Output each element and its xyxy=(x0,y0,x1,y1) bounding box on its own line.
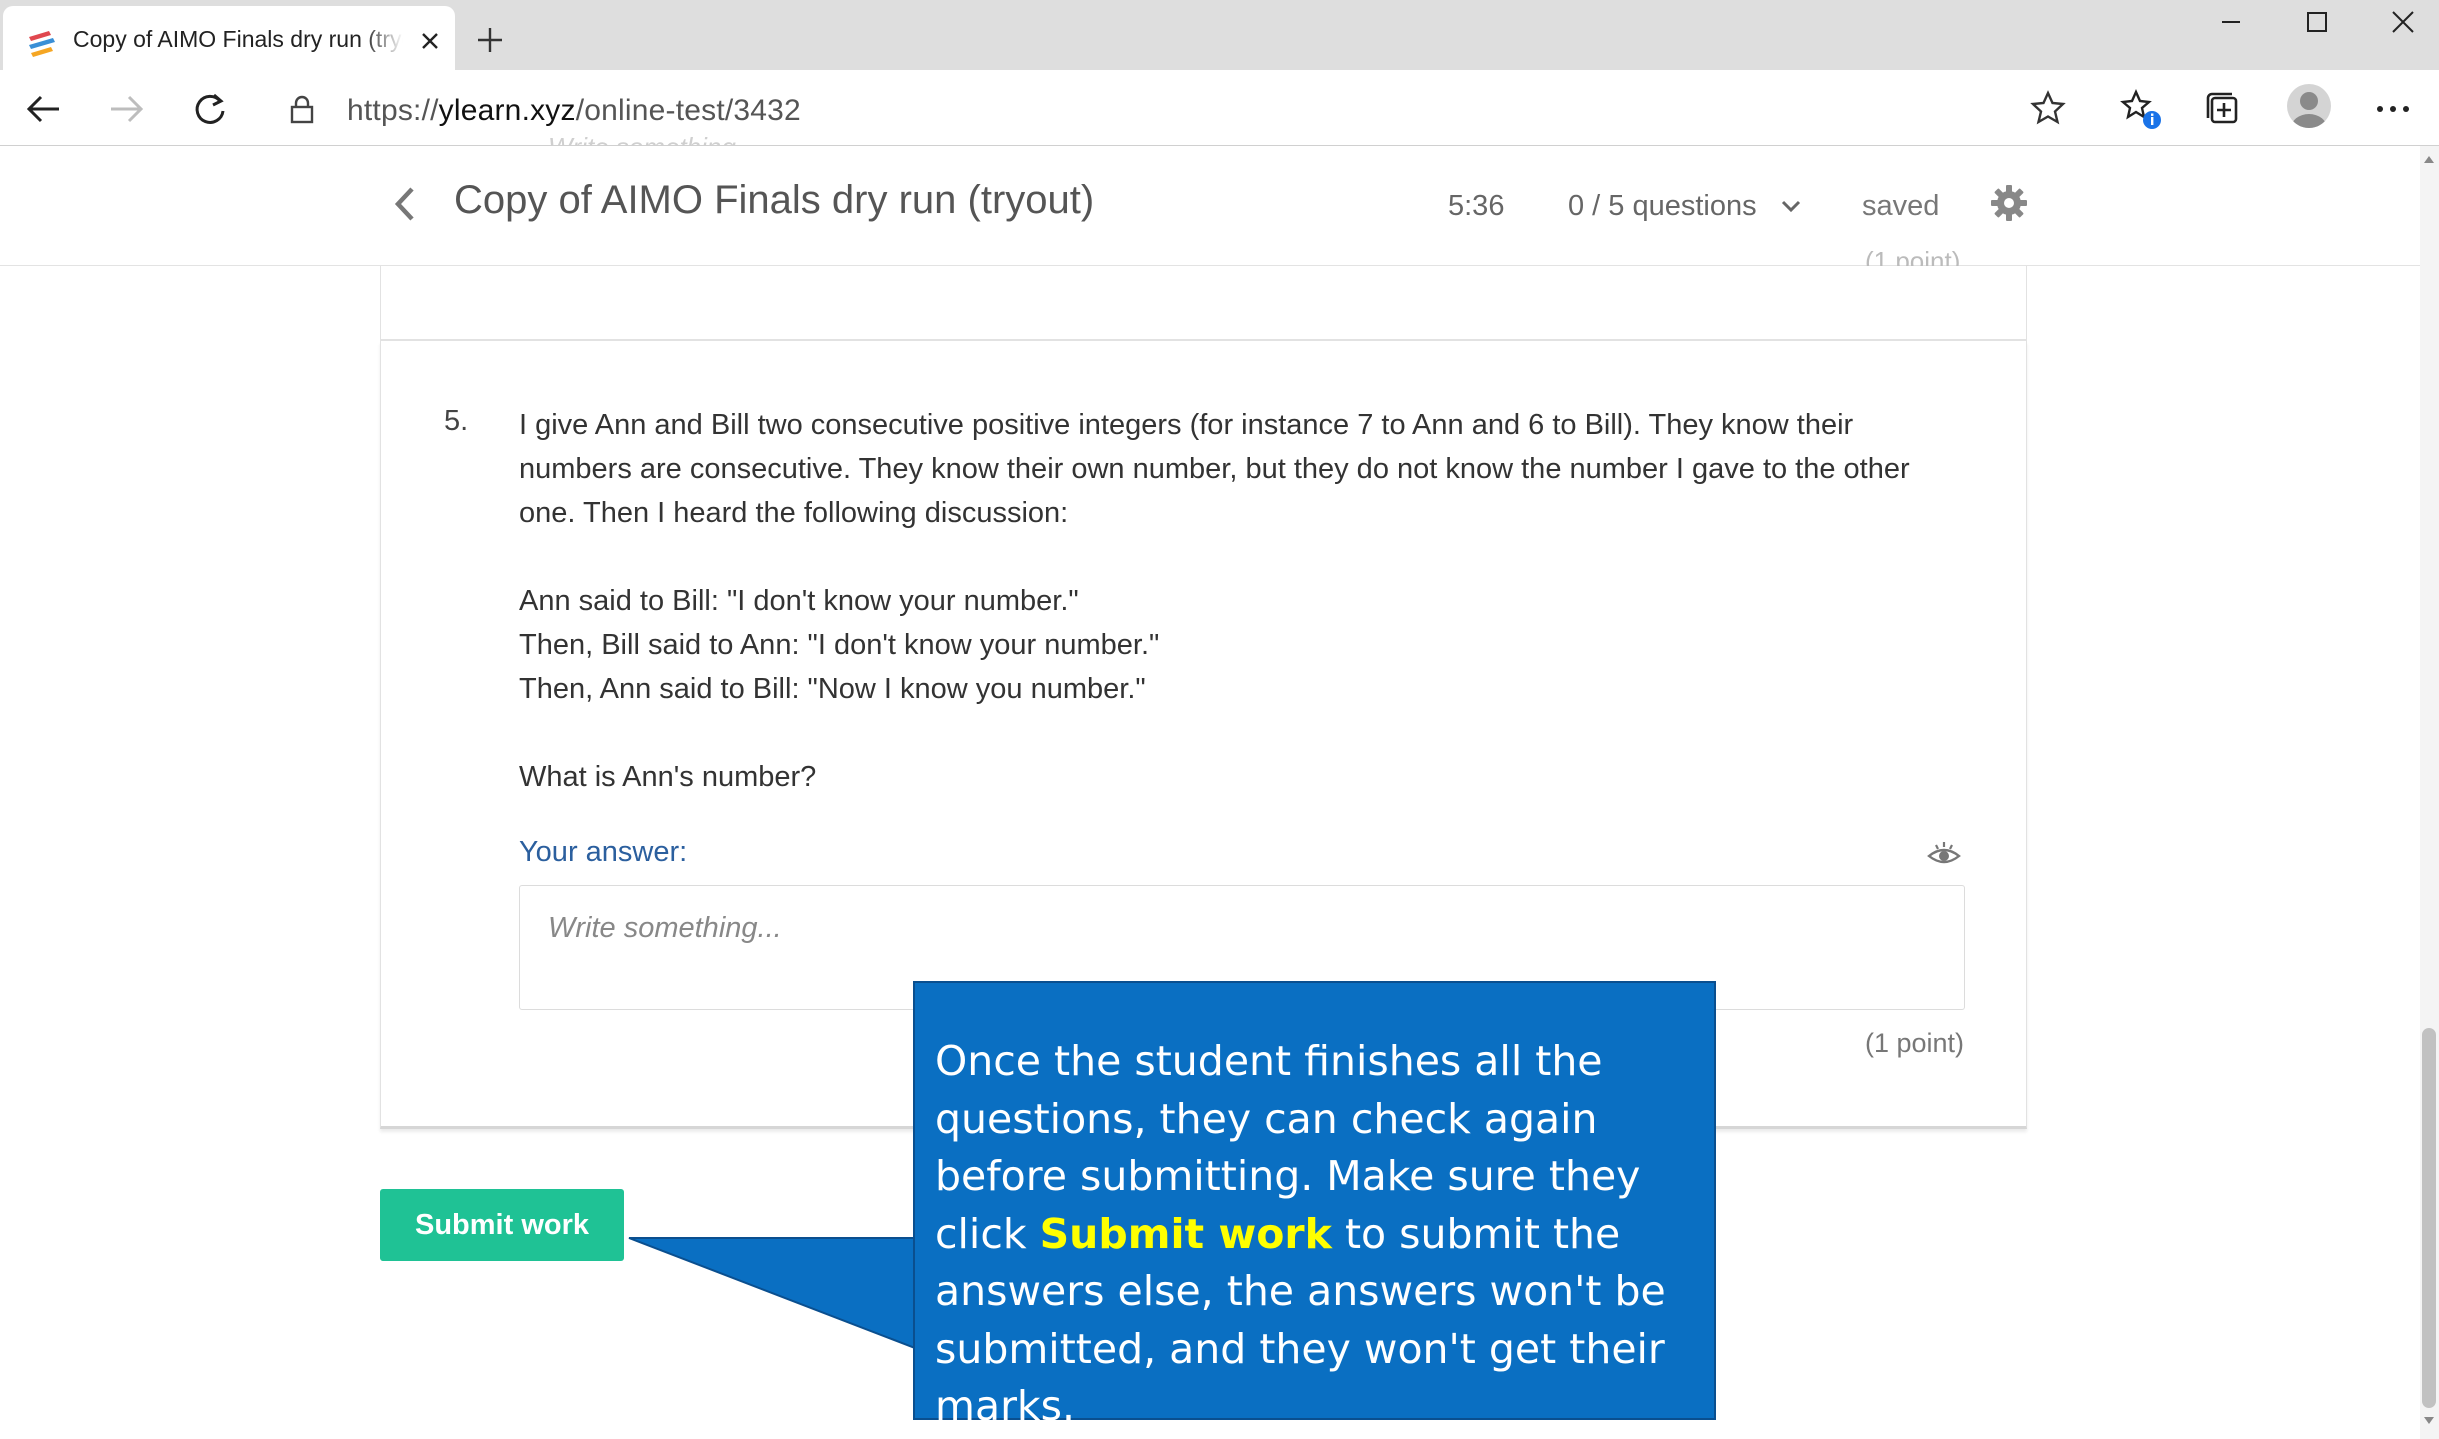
scrolled-placeholder-text: Write something... xyxy=(548,132,758,146)
tab-title: Copy of AIMO Finals dry run (tryout) xyxy=(73,26,403,52)
instruction-callout: Once the student finishes all the questi… xyxy=(913,981,1716,1430)
question-progress-dropdown[interactable]: 0 / 5 questions xyxy=(1568,190,1757,223)
gear-icon[interactable] xyxy=(1990,184,2028,222)
collections-icon[interactable] xyxy=(2200,86,2246,132)
forward-arrow-icon[interactable] xyxy=(104,86,150,132)
question-points: (1 point) xyxy=(1865,1028,1965,1058)
maximize-window-icon[interactable] xyxy=(2274,0,2360,44)
previous-question-card xyxy=(380,266,2027,341)
site-favicon-icon xyxy=(29,31,55,57)
url-text[interactable]: https://ylearn.xyz/online-test/3432 xyxy=(347,94,801,128)
reload-icon[interactable] xyxy=(187,86,233,132)
submit-work-button[interactable]: Submit work xyxy=(380,1189,624,1261)
browser-toolbar: https://ylearn.xyz/online-test/3432 xyxy=(0,70,2439,146)
question-ask: What is Ann's number? xyxy=(519,761,817,793)
dialogue-line: Then, Bill said to Ann: "I don't know yo… xyxy=(519,629,1160,661)
favorite-star-icon[interactable] xyxy=(2030,90,2066,126)
close-window-icon[interactable] xyxy=(2360,0,2439,44)
favorites-icon[interactable] xyxy=(2118,86,2164,132)
page-title: Copy of AIMO Finals dry run (tryout) xyxy=(454,178,1095,222)
minimize-window-icon[interactable] xyxy=(2188,0,2274,44)
eye-preview-icon[interactable] xyxy=(1926,836,1962,872)
question-paragraph: I give Ann and Bill two consecutive posi… xyxy=(519,409,1910,529)
more-menu-icon[interactable] xyxy=(2370,86,2416,132)
scroll-up-arrow-icon[interactable] xyxy=(2422,152,2436,166)
save-status: saved xyxy=(1862,190,1940,222)
chevron-down-icon[interactable] xyxy=(1780,198,1802,214)
tab-close-icon[interactable] xyxy=(413,24,447,58)
back-chevron-icon[interactable] xyxy=(388,181,422,227)
new-tab-plus-icon[interactable] xyxy=(470,20,510,60)
previous-question-points: (1 point) xyxy=(1865,246,1961,266)
callout-highlight: Submit work xyxy=(1039,1209,1332,1258)
question-number: 5. xyxy=(444,405,469,437)
countdown-timer: 5:36 xyxy=(1448,190,1505,222)
question-text: I give Ann and Bill two consecutive posi… xyxy=(519,403,1979,799)
profile-avatar[interactable] xyxy=(2287,84,2331,128)
dialogue-line: Then, Ann said to Bill: "Now I know you … xyxy=(519,673,1146,705)
address-bar[interactable]: https://ylearn.xyz/online-test/3432 xyxy=(270,82,2090,134)
browser-tab[interactable]: Copy of AIMO Finals dry run (tryout) xyxy=(3,6,455,70)
scroll-down-arrow-icon[interactable] xyxy=(2422,1414,2436,1428)
dialogue-line: Ann said to Bill: "I don't know your num… xyxy=(519,585,1079,617)
answer-label: Your answer: xyxy=(519,836,688,868)
lock-icon xyxy=(290,95,314,124)
test-header: Copy of AIMO Finals dry run (tryout) 5:3… xyxy=(0,146,2420,266)
scrollbar-thumb[interactable] xyxy=(2422,1028,2436,1408)
back-arrow-icon[interactable] xyxy=(20,86,66,132)
browser-tab-bar: Copy of AIMO Finals dry run (tryout) xyxy=(0,0,2439,70)
